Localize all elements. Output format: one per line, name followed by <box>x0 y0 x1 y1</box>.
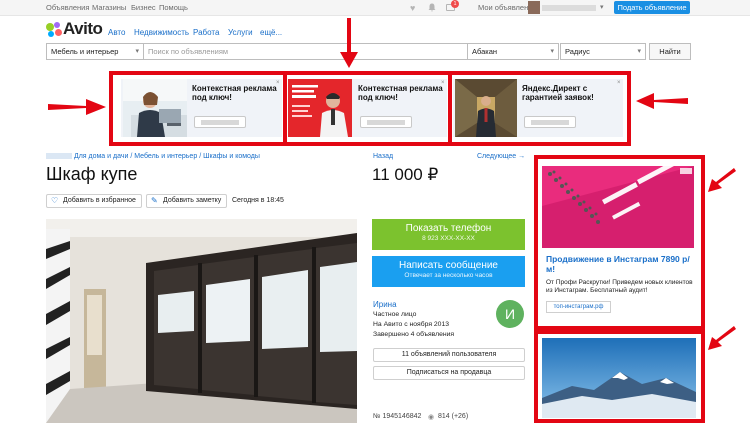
top-link-shops[interactable]: Магазины <box>92 3 126 12</box>
username-blurred <box>542 5 596 11</box>
notification-badge: 1 <box>451 0 459 8</box>
chevron-down-icon: ▾ <box>550 48 554 55</box>
note-icon: ✎ <box>151 196 158 205</box>
annotation-arrow-icon <box>708 326 736 350</box>
top-link-ads[interactable]: Объявления <box>46 3 89 12</box>
back-link[interactable]: Назад <box>373 153 393 160</box>
seller-name[interactable]: Ирина <box>373 300 397 309</box>
price: 11 000 ₽ <box>372 165 439 184</box>
breadcrumb-blurred <box>46 153 72 160</box>
heart-icon[interactable]: ♥ <box>410 3 415 13</box>
chevron-down-icon: ▾ <box>135 48 139 55</box>
add-favorite-button[interactable]: ♡ Добавить в избранное <box>46 194 142 208</box>
message-reply-time: Отвечает за несколько часов <box>404 272 493 279</box>
category-select[interactable]: Мебель и интерьер ▾ <box>46 43 144 60</box>
top-bar: Объявления Магазины Бизнес Помощь ♥ 1 Мо… <box>0 0 750 16</box>
add-note-button[interactable]: ✎ Добавить заметку <box>146 194 228 208</box>
eye-icon: ◉ <box>428 414 435 421</box>
city-select[interactable]: Абакан ▾ <box>467 43 559 60</box>
city-value: Абакан <box>472 47 498 56</box>
listing-photo[interactable] <box>46 219 357 423</box>
chevron-down-icon: ▾ <box>637 48 641 55</box>
user-ads-button[interactable]: 11 объявлений пользователя <box>373 348 525 362</box>
radius-value: Радиус <box>565 47 590 56</box>
subscribe-button[interactable]: Подписаться на продавца <box>373 366 525 380</box>
breadcrumb-furniture[interactable]: Мебель и интерьер <box>134 153 197 160</box>
breadcrumb: Для дома и дачи / Мебель и интерьер / Шк… <box>46 153 260 160</box>
annotation-divider <box>283 71 287 146</box>
avatar[interactable] <box>528 1 540 14</box>
post-ad-button[interactable]: Подать объявление <box>614 1 690 14</box>
avito-logo-icon[interactable] <box>46 22 62 38</box>
annotation-frame-right-ad-1 <box>534 155 705 330</box>
search-input[interactable]: Поиск по объявлениям <box>143 43 468 60</box>
seller-since: На Авито с ноября 2013 <box>373 321 450 328</box>
top-link-business[interactable]: Бизнес <box>131 3 156 12</box>
heart-icon: ♡ <box>51 196 59 205</box>
breadcrumb-home[interactable]: Для дома и дачи <box>74 153 128 160</box>
annotation-arrow-icon <box>340 18 358 68</box>
show-phone-label: Показать телефон <box>405 223 492 234</box>
publish-date: Сегодня в 18:45 <box>232 197 284 204</box>
top-link-help[interactable]: Помощь <box>159 3 188 12</box>
nav-services[interactable]: Услуги <box>228 28 253 37</box>
nav-more[interactable]: ещё... <box>260 28 282 37</box>
annotation-divider <box>448 71 452 146</box>
breadcrumb-separator: / <box>130 153 133 160</box>
ad-number: № 1945146842 <box>373 413 422 420</box>
nav-auto[interactable]: Авто <box>108 28 125 37</box>
phone-masked: 8 923 XXX-XX-XX <box>422 235 475 242</box>
add-favorite-label: Добавить в избранное <box>63 197 136 204</box>
breadcrumb-separator: / <box>199 153 202 160</box>
annotation-frame-top-ads <box>109 71 631 146</box>
chevron-down-icon[interactable]: ▾ <box>600 3 604 11</box>
show-phone-button[interactable]: Показать телефон 8 923 XXX-XX-XX <box>372 219 525 250</box>
seller-avatar[interactable]: И <box>496 300 524 328</box>
category-value: Мебель и интерьер <box>51 47 119 56</box>
write-message-label: Написать сообщение <box>398 260 498 271</box>
annotation-arrow-icon <box>708 168 736 192</box>
view-count: 814 (+26) <box>438 413 469 420</box>
write-message-button[interactable]: Написать сообщение Отвечает за несколько… <box>372 256 525 287</box>
seller-completed: Завершено 4 объявления <box>373 331 455 338</box>
annotation-arrow-icon <box>48 99 106 115</box>
page-title: Шкаф купе <box>46 164 138 184</box>
find-button[interactable]: Найти <box>649 43 691 60</box>
avito-logo-text[interactable]: Avito <box>63 19 103 39</box>
next-link[interactable]: Следующее → <box>477 153 525 160</box>
nav-realty[interactable]: Недвижимость <box>134 28 189 37</box>
nav-jobs[interactable]: Работа <box>193 28 219 37</box>
add-note-label: Добавить заметку <box>163 197 222 204</box>
bell-icon[interactable] <box>428 3 436 12</box>
radius-select[interactable]: Радиус ▾ <box>560 43 646 60</box>
seller-type: Частное лицо <box>373 311 417 318</box>
breadcrumb-wardrobes[interactable]: Шкафы и комоды <box>203 153 260 160</box>
annotation-frame-right-ad-2 <box>534 330 705 423</box>
annotation-arrow-icon <box>636 93 688 109</box>
